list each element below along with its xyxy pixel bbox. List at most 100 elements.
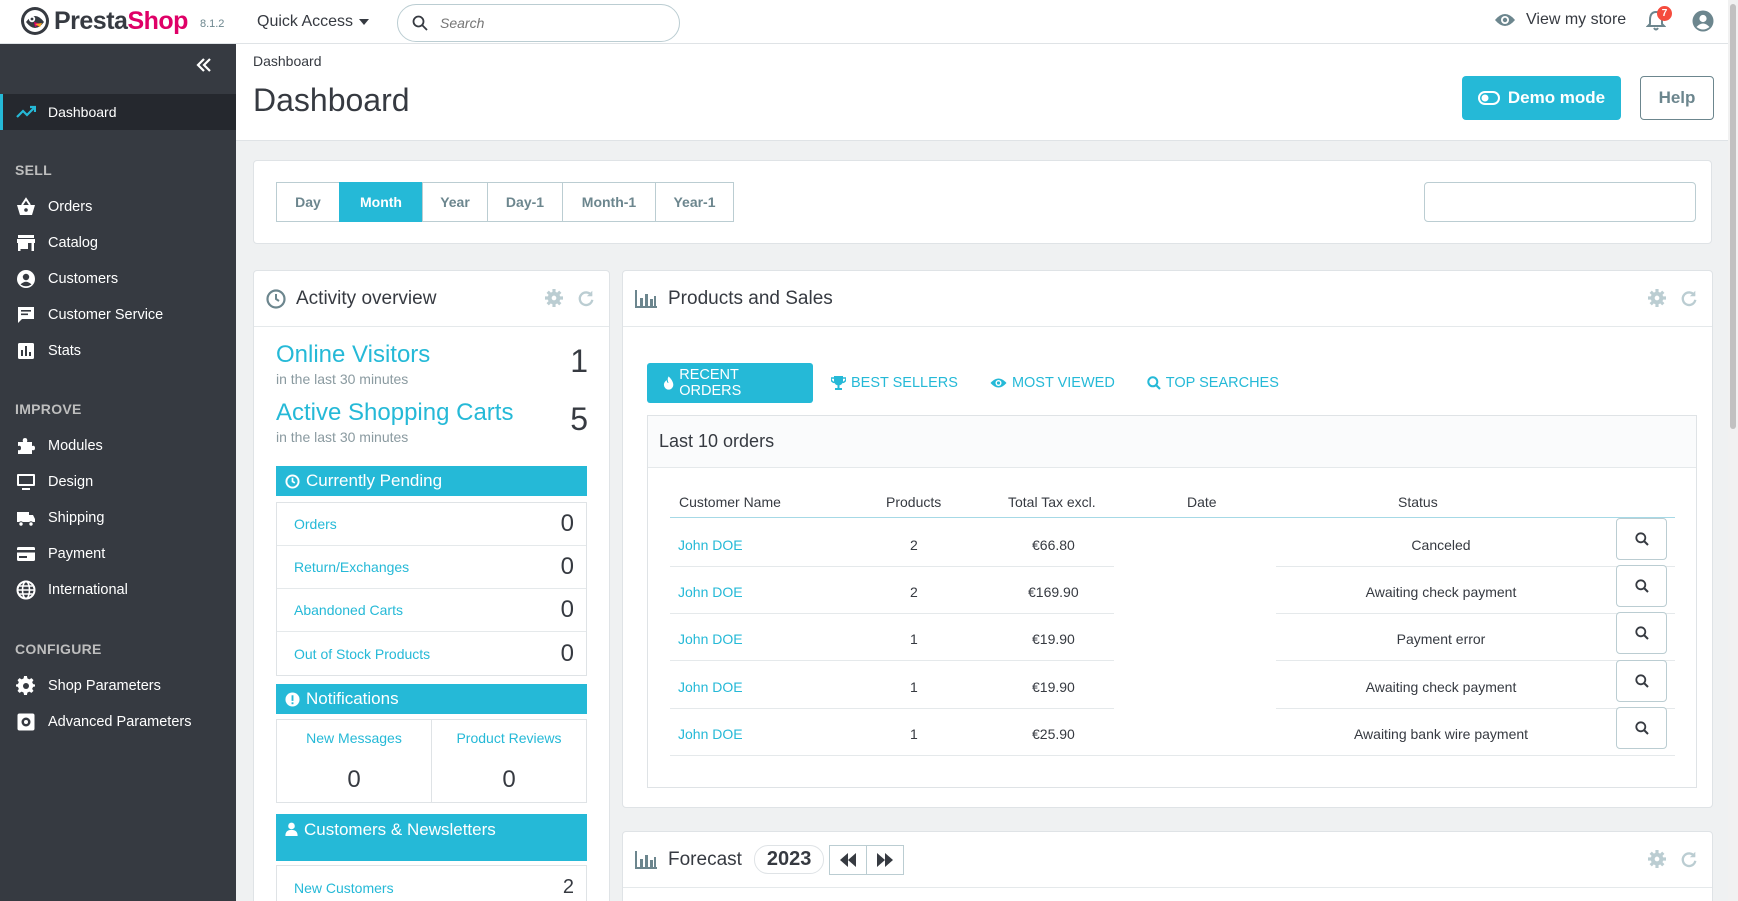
- sidebar-item-customer-service[interactable]: Customer Service: [16, 305, 163, 325]
- collapse-sidebar-button[interactable]: [196, 58, 212, 72]
- sidebar-item-customers[interactable]: Customers: [16, 269, 118, 289]
- account-button[interactable]: [1692, 10, 1714, 32]
- notifications-button[interactable]: 7: [1646, 6, 1672, 32]
- view-order-button[interactable]: [1616, 565, 1667, 607]
- breadcrumb[interactable]: Dashboard: [253, 53, 322, 69]
- refresh-icon[interactable]: [577, 289, 595, 307]
- pending-returns-link[interactable]: Return/Exchanges: [294, 559, 409, 575]
- products-sales-panel: Products and Sales Recent Orders Best Se…: [622, 270, 1713, 808]
- sidebar-item-label: Design: [48, 474, 94, 490]
- active-carts-label[interactable]: Active Shopping Carts: [276, 399, 588, 427]
- previous-year-button[interactable]: [829, 844, 868, 875]
- sidebar-item-payment[interactable]: Payment: [16, 544, 105, 564]
- sidebar-item-orders[interactable]: Orders: [16, 197, 92, 217]
- view-order-button[interactable]: [1616, 707, 1667, 749]
- configure-gear-icon[interactable]: [1648, 289, 1666, 307]
- period-month-1-button[interactable]: Month-1: [562, 182, 656, 222]
- sidebar-item-international[interactable]: International: [16, 580, 128, 600]
- order-status: Awaiting check payment: [1365, 584, 1517, 600]
- customer-name-link[interactable]: John DOE: [678, 679, 743, 695]
- refresh-icon[interactable]: [1680, 850, 1698, 868]
- brand-name: PrestaShop: [54, 6, 188, 35]
- view-order-button[interactable]: [1616, 660, 1667, 702]
- abandoned-carts-link[interactable]: Abandoned Carts: [294, 602, 403, 618]
- online-visitors-label[interactable]: Online Visitors: [276, 341, 588, 369]
- quick-access-label: Quick Access: [257, 13, 354, 30]
- product-reviews-link[interactable]: Product Reviews: [432, 730, 586, 746]
- sidebar-item-label: Customer Service: [48, 307, 164, 323]
- period-day-1-button[interactable]: Day-1: [487, 182, 563, 222]
- forecast-year: 2023: [753, 845, 825, 874]
- view-order-button[interactable]: [1616, 518, 1667, 560]
- demo-mode-button[interactable]: Demo mode: [1462, 76, 1621, 120]
- sidebar-item-shipping[interactable]: Shipping: [16, 508, 104, 528]
- tab-most-viewed[interactable]: Most Viewed: [974, 363, 1131, 403]
- customer-name-link[interactable]: John DOE: [678, 537, 743, 553]
- user-icon: [285, 822, 298, 836]
- refresh-icon[interactable]: [1680, 289, 1698, 307]
- date-range-picker[interactable]: [1424, 182, 1696, 222]
- sidebar-item-modules[interactable]: Modules: [16, 436, 103, 456]
- sidebar-item-design[interactable]: Design: [16, 472, 93, 492]
- sidebar-item-shop-parameters[interactable]: Shop Parameters: [16, 676, 161, 696]
- exclamation-circle-icon: [285, 691, 300, 707]
- page-title: Dashboard: [253, 82, 410, 118]
- period-month-button[interactable]: Month: [339, 182, 423, 222]
- view-order-button[interactable]: [1616, 612, 1667, 654]
- view-my-store-link[interactable]: View my store: [1494, 11, 1626, 29]
- prestashop-logo[interactable]: PrestaShop 8.1.2: [20, 6, 224, 36]
- order-status: Canceled: [1411, 537, 1471, 553]
- configure-gear-icon[interactable]: [1648, 850, 1666, 868]
- forecast-panel: Forecast 2023: [622, 831, 1713, 901]
- quick-access-dropdown[interactable]: Quick Access: [257, 13, 370, 31]
- sidebar-item-label: Shop Parameters: [48, 678, 161, 694]
- tab-recent-orders[interactable]: Recent Orders: [647, 363, 813, 403]
- sidebar-item-advanced-parameters[interactable]: Advanced Parameters: [16, 712, 191, 732]
- sidebar-item-stats[interactable]: Stats: [16, 341, 81, 361]
- customers-newsletters-title: Customers & Newsletters: [304, 820, 496, 839]
- customer-name-link[interactable]: John DOE: [678, 631, 743, 647]
- pending-orders-link[interactable]: Orders: [294, 516, 337, 532]
- scrollbar-thumb[interactable]: [1730, 4, 1736, 429]
- panel-title: Products and Sales: [668, 287, 833, 309]
- next-year-button[interactable]: [866, 844, 905, 875]
- double-chevron-left-icon: [196, 58, 211, 72]
- new-messages-link[interactable]: New Messages: [277, 730, 431, 746]
- order-status: Awaiting bank wire payment: [1353, 726, 1529, 742]
- chat-icon: [18, 307, 34, 323]
- row-divider: [670, 755, 1675, 756]
- tab-top-searches[interactable]: Top Searches: [1131, 363, 1295, 403]
- list-item: Return/Exchanges 0: [277, 546, 586, 589]
- total-tax-excl: €25.90: [1032, 726, 1075, 742]
- sidebar-item-catalog[interactable]: Catalog: [16, 233, 98, 253]
- configure-gear-icon[interactable]: [545, 289, 563, 307]
- products-count: 2: [910, 537, 918, 553]
- version-label: 8.1.2: [199, 18, 225, 30]
- new-customers-link[interactable]: New Customers: [294, 880, 394, 896]
- customer-name-link[interactable]: John DOE: [678, 584, 743, 600]
- search-icon: [412, 15, 428, 31]
- period-year-1-button[interactable]: Year-1: [655, 182, 734, 222]
- out-of-stock-link[interactable]: Out of Stock Products: [294, 646, 430, 662]
- currently-pending-title: Currently Pending: [306, 471, 443, 490]
- panel-header: Activity overview: [254, 271, 609, 327]
- eye-icon: [990, 378, 1007, 388]
- help-button[interactable]: Help: [1640, 76, 1714, 120]
- period-day-button[interactable]: Day: [276, 182, 340, 222]
- basket-icon: [17, 197, 35, 215]
- trending-up-icon: [16, 105, 36, 118]
- list-item: Abandoned Carts 0: [277, 589, 586, 632]
- sidebar-item-dashboard[interactable]: Dashboard: [0, 94, 236, 130]
- sidebar-item-label: Catalog: [48, 235, 98, 251]
- search-box[interactable]: [397, 4, 680, 42]
- period-year-button[interactable]: Year: [422, 182, 488, 222]
- tab-best-sellers[interactable]: Best Sellers: [813, 363, 974, 403]
- search-input[interactable]: [440, 15, 660, 31]
- truck-icon: [17, 512, 35, 527]
- row-divider: [670, 660, 1114, 661]
- row-divider: [670, 566, 1114, 567]
- table-title: Last 10 orders: [648, 416, 1696, 468]
- customer-name-link[interactable]: John DOE: [678, 726, 743, 742]
- row-divider: [1276, 566, 1675, 567]
- gear-icon: [16, 676, 35, 695]
